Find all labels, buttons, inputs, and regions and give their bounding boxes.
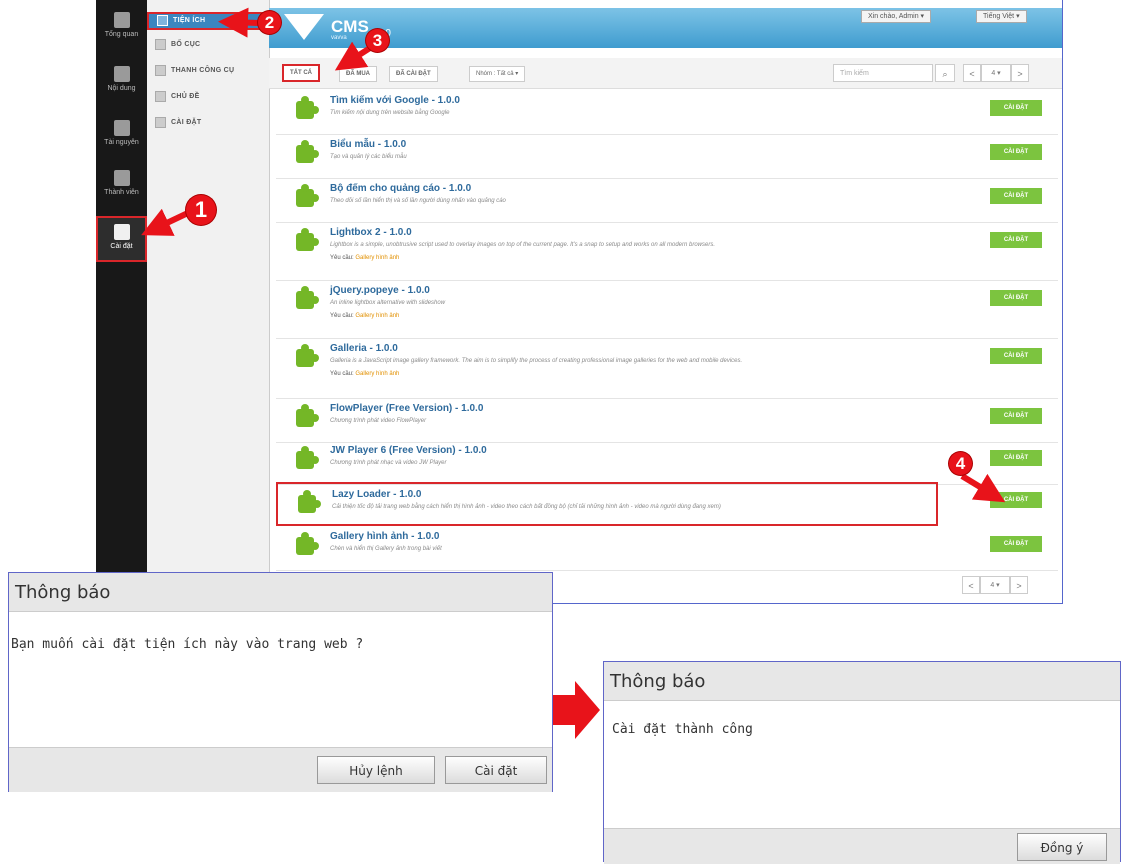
dialog-footer: Hủy lệnh Cài đặt — [9, 747, 552, 792]
arrow-step-2 — [218, 7, 259, 38]
dialog-title: Thông báo — [9, 573, 552, 612]
dialog-message: Bạn muốn cài đặt tiện ích này vào trang … — [11, 637, 364, 652]
ok-button[interactable]: Đồng ý — [1017, 833, 1107, 861]
arrow-step-4 — [960, 473, 1006, 503]
arrow-step-1 — [141, 208, 192, 236]
install-confirm-button[interactable]: Cài đặt — [445, 756, 547, 784]
arrow-transition — [546, 681, 600, 739]
confirm-dialog: Thông báo Bạn muốn cài đặt tiện ích này … — [8, 572, 553, 792]
success-dialog: Thông báo Cài đặt thành công Đồng ý — [603, 661, 1121, 864]
dialog-footer: Đồng ý — [604, 828, 1120, 864]
cancel-button[interactable]: Hủy lệnh — [317, 756, 435, 784]
step-badge-2: 2 — [258, 11, 281, 34]
step-badge-1: 1 — [186, 195, 216, 225]
dialog-title: Thông báo — [604, 662, 1120, 701]
arrow-step-3 — [334, 41, 372, 71]
step-badge-3: 3 — [366, 29, 389, 52]
dialog-message: Cài đặt thành công — [612, 722, 753, 737]
step-badge-4: 4 — [949, 452, 972, 475]
